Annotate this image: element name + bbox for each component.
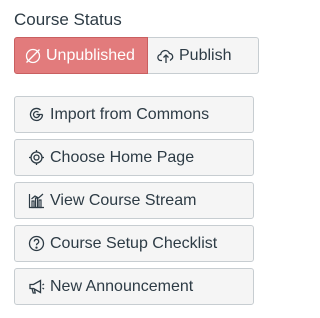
publish-toggle-group: Unpublished Publish: [14, 37, 259, 74]
new-announcement-button[interactable]: New Announcement: [14, 268, 254, 305]
course-status-panel: Course Status Unpublished Publish Import…: [0, 0, 270, 318]
course-actions-list: Import from Commons Choose Home Page Vie…: [14, 96, 254, 311]
unpublished-button[interactable]: Unpublished: [14, 37, 148, 74]
unpublished-icon: [24, 47, 42, 65]
chart-icon: [28, 192, 45, 209]
choose-home-page-label: Choose Home Page: [50, 148, 195, 166]
import-from-commons-button[interactable]: Import from Commons: [14, 96, 254, 133]
question-icon: [28, 235, 45, 252]
commons-icon: [28, 106, 45, 123]
course-setup-checklist-label: Course Setup Checklist: [50, 234, 218, 252]
choose-home-page-button[interactable]: Choose Home Page: [14, 139, 254, 176]
new-announcement-label: New Announcement: [50, 277, 194, 295]
cloud-upload-icon: [157, 47, 175, 65]
view-course-stream-button[interactable]: View Course Stream: [14, 182, 254, 219]
publish-button[interactable]: Publish: [148, 37, 259, 74]
unpublished-label: Unpublished: [46, 46, 135, 64]
import-from-commons-label: Import from Commons: [50, 105, 210, 123]
course-setup-checklist-button[interactable]: Course Setup Checklist: [14, 225, 254, 262]
view-course-stream-label: View Course Stream: [50, 191, 197, 209]
target-icon: [28, 149, 45, 166]
megaphone-icon: [28, 278, 45, 295]
course-status-heading: Course Status: [14, 10, 122, 29]
publish-label: Publish: [179, 46, 232, 64]
